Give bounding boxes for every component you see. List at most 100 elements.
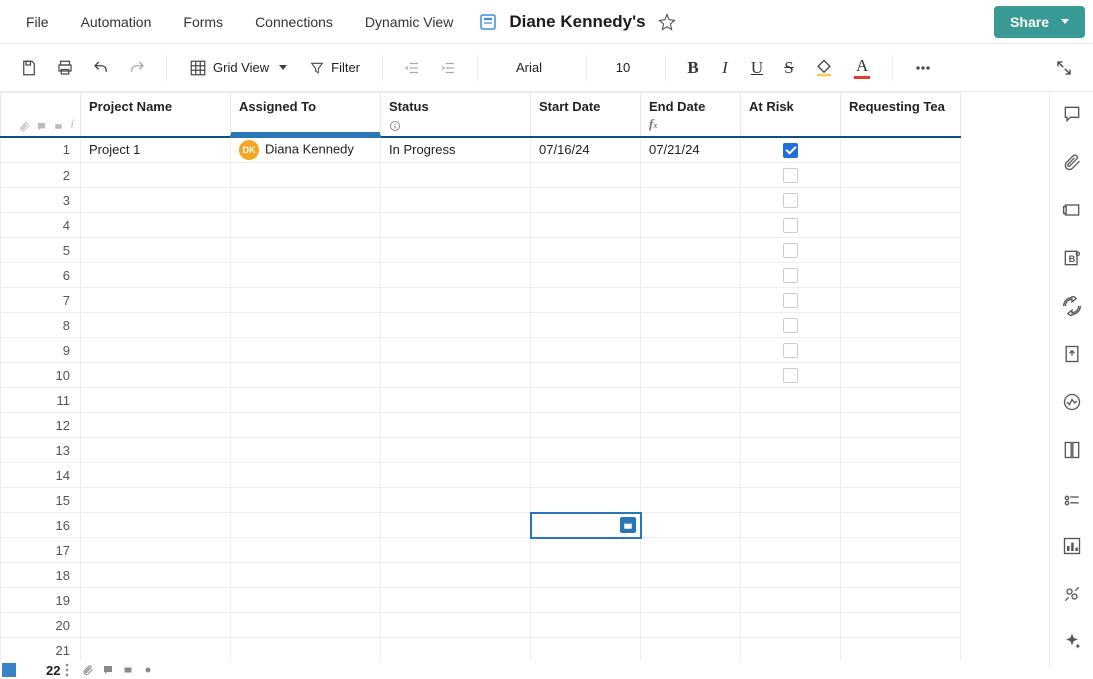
cell-project-name[interactable] — [81, 263, 231, 288]
cell-at-risk[interactable] — [741, 363, 841, 388]
reminder-mini-icon[interactable] — [142, 664, 154, 676]
cell-end-date[interactable] — [641, 463, 741, 488]
checkbox[interactable] — [783, 243, 798, 258]
cell-status[interactable] — [381, 463, 531, 488]
cell-start-date[interactable] — [531, 238, 641, 263]
cell-start-date[interactable] — [531, 363, 641, 388]
cell-assigned-to[interactable] — [231, 563, 381, 588]
cell-end-date[interactable] — [641, 188, 741, 213]
checkbox[interactable] — [783, 193, 798, 208]
table-row[interactable]: 10 — [1, 363, 961, 388]
row-index[interactable]: 19 — [1, 588, 81, 613]
cell-requesting-team[interactable] — [841, 588, 961, 613]
cell-end-date[interactable] — [641, 313, 741, 338]
cell-project-name[interactable] — [81, 513, 231, 538]
row-index[interactable]: 17 — [1, 538, 81, 563]
cell-end-date[interactable] — [641, 238, 741, 263]
row-index[interactable]: 10 — [1, 363, 81, 388]
row-index[interactable]: 4 — [1, 213, 81, 238]
cell-end-date[interactable] — [641, 213, 741, 238]
summary-icon[interactable] — [1062, 440, 1082, 460]
table-row[interactable]: 11 — [1, 388, 961, 413]
cell-project-name[interactable] — [81, 438, 231, 463]
cell-at-risk[interactable] — [741, 538, 841, 563]
cell-assigned-to[interactable] — [231, 388, 381, 413]
cell-requesting-team[interactable] — [841, 288, 961, 313]
underline-icon[interactable]: U — [744, 53, 770, 83]
cell-start-date[interactable] — [531, 338, 641, 363]
menu-forms[interactable]: Forms — [171, 8, 235, 36]
fullscreen-icon[interactable] — [1049, 53, 1079, 83]
favorite-star-icon[interactable] — [658, 13, 676, 31]
print-icon[interactable] — [50, 53, 80, 83]
cell-end-date[interactable] — [641, 363, 741, 388]
row-index[interactable]: 20 — [1, 613, 81, 638]
cell-end-date[interactable] — [641, 638, 741, 662]
cell-start-date[interactable] — [531, 488, 641, 513]
cell-project-name[interactable] — [81, 338, 231, 363]
cell-status[interactable] — [381, 338, 531, 363]
row-index[interactable]: 21 — [1, 638, 81, 662]
row-index[interactable]: 9 — [1, 338, 81, 363]
cell-assigned-to[interactable] — [231, 538, 381, 563]
row-index[interactable]: 5 — [1, 238, 81, 263]
proof-mini-icon[interactable] — [122, 664, 134, 676]
strikethrough-icon[interactable]: S — [776, 53, 802, 83]
comment-mini-icon[interactable] — [102, 664, 114, 676]
italic-icon[interactable]: I — [712, 53, 738, 83]
cell-at-risk[interactable] — [741, 137, 841, 163]
cell-at-risk[interactable] — [741, 438, 841, 463]
cell-requesting-team[interactable] — [841, 338, 961, 363]
cell-status[interactable] — [381, 538, 531, 563]
table-row[interactable]: 14 — [1, 463, 961, 488]
cell-requesting-team[interactable] — [841, 363, 961, 388]
checkbox[interactable] — [783, 293, 798, 308]
cell-at-risk[interactable] — [741, 463, 841, 488]
cell-at-risk[interactable] — [741, 613, 841, 638]
row-index[interactable]: 13 — [1, 438, 81, 463]
cell-project-name[interactable] — [81, 613, 231, 638]
cell-at-risk[interactable] — [741, 238, 841, 263]
cell-at-risk[interactable] — [741, 188, 841, 213]
cell-status[interactable] — [381, 588, 531, 613]
cell-status[interactable] — [381, 513, 531, 538]
column-header-project-name[interactable]: Project Name — [81, 93, 231, 137]
table-row[interactable]: 3 — [1, 188, 961, 213]
cell-end-date[interactable] — [641, 488, 741, 513]
checkbox[interactable] — [783, 368, 798, 383]
cell-project-name[interactable] — [81, 213, 231, 238]
fill-color-icon[interactable] — [808, 53, 842, 83]
menu-file[interactable]: File — [14, 8, 61, 36]
publish-icon[interactable] — [1062, 344, 1082, 364]
sheet-title[interactable]: Diane Kennedy's — [509, 12, 645, 32]
checkbox[interactable] — [783, 343, 798, 358]
cell-start-date[interactable] — [531, 388, 641, 413]
cell-status[interactable] — [381, 363, 531, 388]
row-index[interactable]: 16 — [1, 513, 81, 538]
cell-requesting-team[interactable] — [841, 563, 961, 588]
cell-start-date[interactable] — [531, 413, 641, 438]
cell-at-risk[interactable] — [741, 488, 841, 513]
cell-status[interactable] — [381, 388, 531, 413]
cell-start-date[interactable] — [531, 313, 641, 338]
table-row[interactable]: 18 — [1, 563, 961, 588]
table-row[interactable]: 4 — [1, 213, 961, 238]
cell-start-date[interactable] — [531, 538, 641, 563]
column-header-requesting-team[interactable]: Requesting Tea — [841, 93, 961, 137]
row-index[interactable]: 3 — [1, 188, 81, 213]
cell-end-date[interactable] — [641, 538, 741, 563]
cell-project-name[interactable]: Project 1 — [81, 137, 231, 163]
cell-start-date[interactable] — [531, 613, 641, 638]
filter-button[interactable]: Filter — [301, 56, 368, 80]
cell-start-date[interactable] — [531, 638, 641, 662]
cell-at-risk[interactable] — [741, 413, 841, 438]
cell-at-risk[interactable] — [741, 263, 841, 288]
checkbox[interactable] — [783, 318, 798, 333]
cell-project-name[interactable] — [81, 588, 231, 613]
date-picker-icon[interactable] — [620, 517, 636, 533]
more-options-icon[interactable] — [907, 53, 939, 83]
cell-assigned-to[interactable] — [231, 363, 381, 388]
cell-end-date[interactable] — [641, 388, 741, 413]
row-menu-icon[interactable] — [64, 663, 70, 677]
row-index[interactable]: 1 — [1, 137, 81, 163]
